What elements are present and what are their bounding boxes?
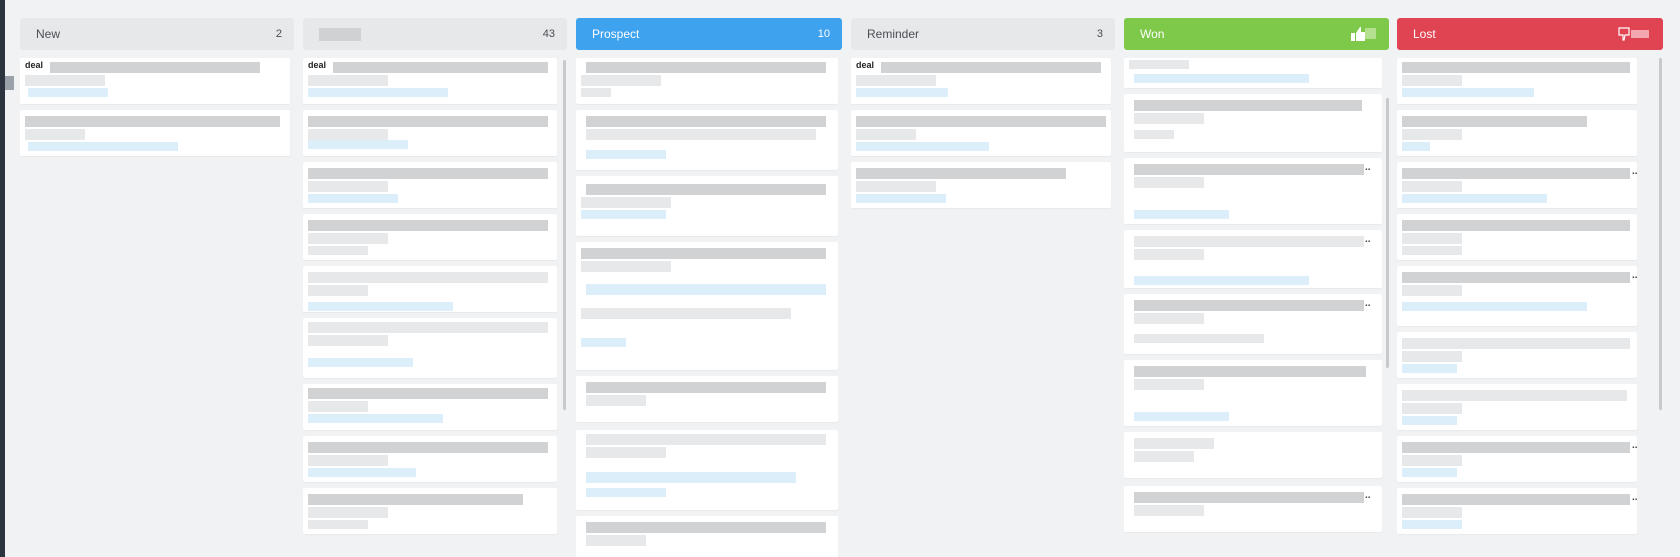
column-scrollbar[interactable] — [1386, 98, 1389, 368]
card-list: .. .. .. .. — [1397, 58, 1663, 557]
column-count: 2 — [275, 28, 282, 40]
deal-card[interactable] — [576, 242, 838, 370]
column-new: New 2 deal — [20, 18, 294, 557]
card-more-marker: .. — [1365, 234, 1371, 245]
column-scrollbar[interactable] — [1659, 58, 1662, 410]
column-header-prospect[interactable]: Prospect 10 — [576, 18, 842, 50]
deal-card[interactable]: .. — [1397, 488, 1638, 534]
card-title: deal — [308, 60, 327, 70]
deal-card[interactable] — [576, 58, 838, 104]
deal-card[interactable]: .. — [1124, 294, 1382, 354]
deal-card[interactable] — [576, 110, 838, 170]
deal-card[interactable] — [1397, 110, 1637, 156]
card-list: deal — [303, 58, 567, 557]
thumbs-down-icon — [1617, 27, 1651, 41]
sidebar-toggle[interactable] — [5, 76, 14, 90]
deal-card[interactable]: .. — [1397, 162, 1638, 208]
deal-card[interactable] — [576, 176, 838, 236]
column-title: Lost — [1413, 27, 1436, 41]
card-list: .. .. .. .. — [1124, 58, 1389, 557]
column-title: New — [36, 27, 61, 41]
column-lost: Lost .. .. .. .. — [1397, 18, 1663, 557]
card-more-marker: .. — [1632, 270, 1638, 281]
deal-card[interactable]: deal — [303, 58, 557, 104]
deal-card[interactable] — [1124, 94, 1382, 152]
card-list — [576, 58, 842, 557]
column-title: Prospect — [592, 27, 640, 41]
deal-card[interactable] — [303, 488, 557, 534]
column-unnamed: 43 deal — [303, 18, 567, 557]
deal-card[interactable] — [1397, 214, 1637, 260]
deal-card[interactable] — [303, 266, 557, 312]
column-prospect: Prospect 10 — [576, 18, 842, 557]
deal-card[interactable]: deal — [851, 58, 1111, 104]
column-count: 10 — [817, 28, 830, 40]
deal-card[interactable]: .. — [1124, 230, 1382, 288]
deal-card[interactable] — [1397, 58, 1637, 104]
card-more-marker: .. — [1632, 440, 1638, 451]
deal-card[interactable] — [851, 110, 1111, 156]
card-title: deal — [25, 60, 44, 70]
column-won: Won .. .. .. .. — [1124, 18, 1389, 557]
card-list: deal — [20, 58, 294, 557]
card-list: deal — [851, 58, 1115, 557]
deal-card[interactable] — [303, 318, 557, 378]
deal-card[interactable] — [851, 162, 1111, 208]
card-more-marker: .. — [1632, 492, 1638, 503]
card-title: deal — [856, 60, 875, 70]
column-count: 43 — [542, 28, 555, 40]
deal-card[interactable]: .. — [1397, 436, 1638, 482]
deal-card[interactable] — [303, 214, 557, 260]
column-header-reminder[interactable]: Reminder 3 — [851, 18, 1115, 50]
card-more-marker: .. — [1365, 490, 1371, 501]
column-header-unnamed[interactable]: 43 — [303, 18, 567, 50]
thumbs-up-icon — [1351, 27, 1377, 41]
deal-card[interactable] — [576, 376, 838, 422]
column-header-lost[interactable]: Lost — [1397, 18, 1663, 50]
deal-card[interactable] — [576, 516, 838, 557]
deal-card[interactable] — [576, 430, 838, 510]
deal-card[interactable] — [303, 110, 557, 156]
deal-card[interactable] — [303, 384, 557, 430]
deal-card[interactable] — [1124, 58, 1382, 88]
deal-card[interactable] — [1397, 384, 1637, 430]
column-header-new[interactable]: New 2 — [20, 18, 294, 50]
card-more-marker: .. — [1365, 298, 1371, 309]
card-more-marker: .. — [1365, 162, 1371, 173]
column-header-won[interactable]: Won — [1124, 18, 1389, 50]
deal-card[interactable]: deal — [20, 58, 290, 104]
deal-card[interactable] — [1124, 432, 1382, 478]
column-title-redacted — [319, 27, 361, 41]
deal-card[interactable] — [20, 110, 290, 156]
deal-card[interactable]: .. — [1124, 158, 1382, 224]
column-title: Reminder — [867, 27, 920, 41]
column-scrollbar[interactable] — [563, 60, 566, 410]
column-count: 3 — [1096, 28, 1103, 40]
deal-card[interactable]: .. — [1397, 266, 1638, 326]
deal-card[interactable] — [1397, 332, 1637, 378]
deal-card[interactable] — [303, 162, 557, 208]
column-title: Won — [1140, 27, 1165, 41]
deal-card[interactable] — [303, 436, 557, 482]
deal-card[interactable] — [1124, 360, 1382, 426]
card-more-marker: .. — [1632, 166, 1638, 177]
column-reminder: Reminder 3 deal — [851, 18, 1115, 557]
deal-card[interactable]: .. — [1124, 486, 1382, 532]
